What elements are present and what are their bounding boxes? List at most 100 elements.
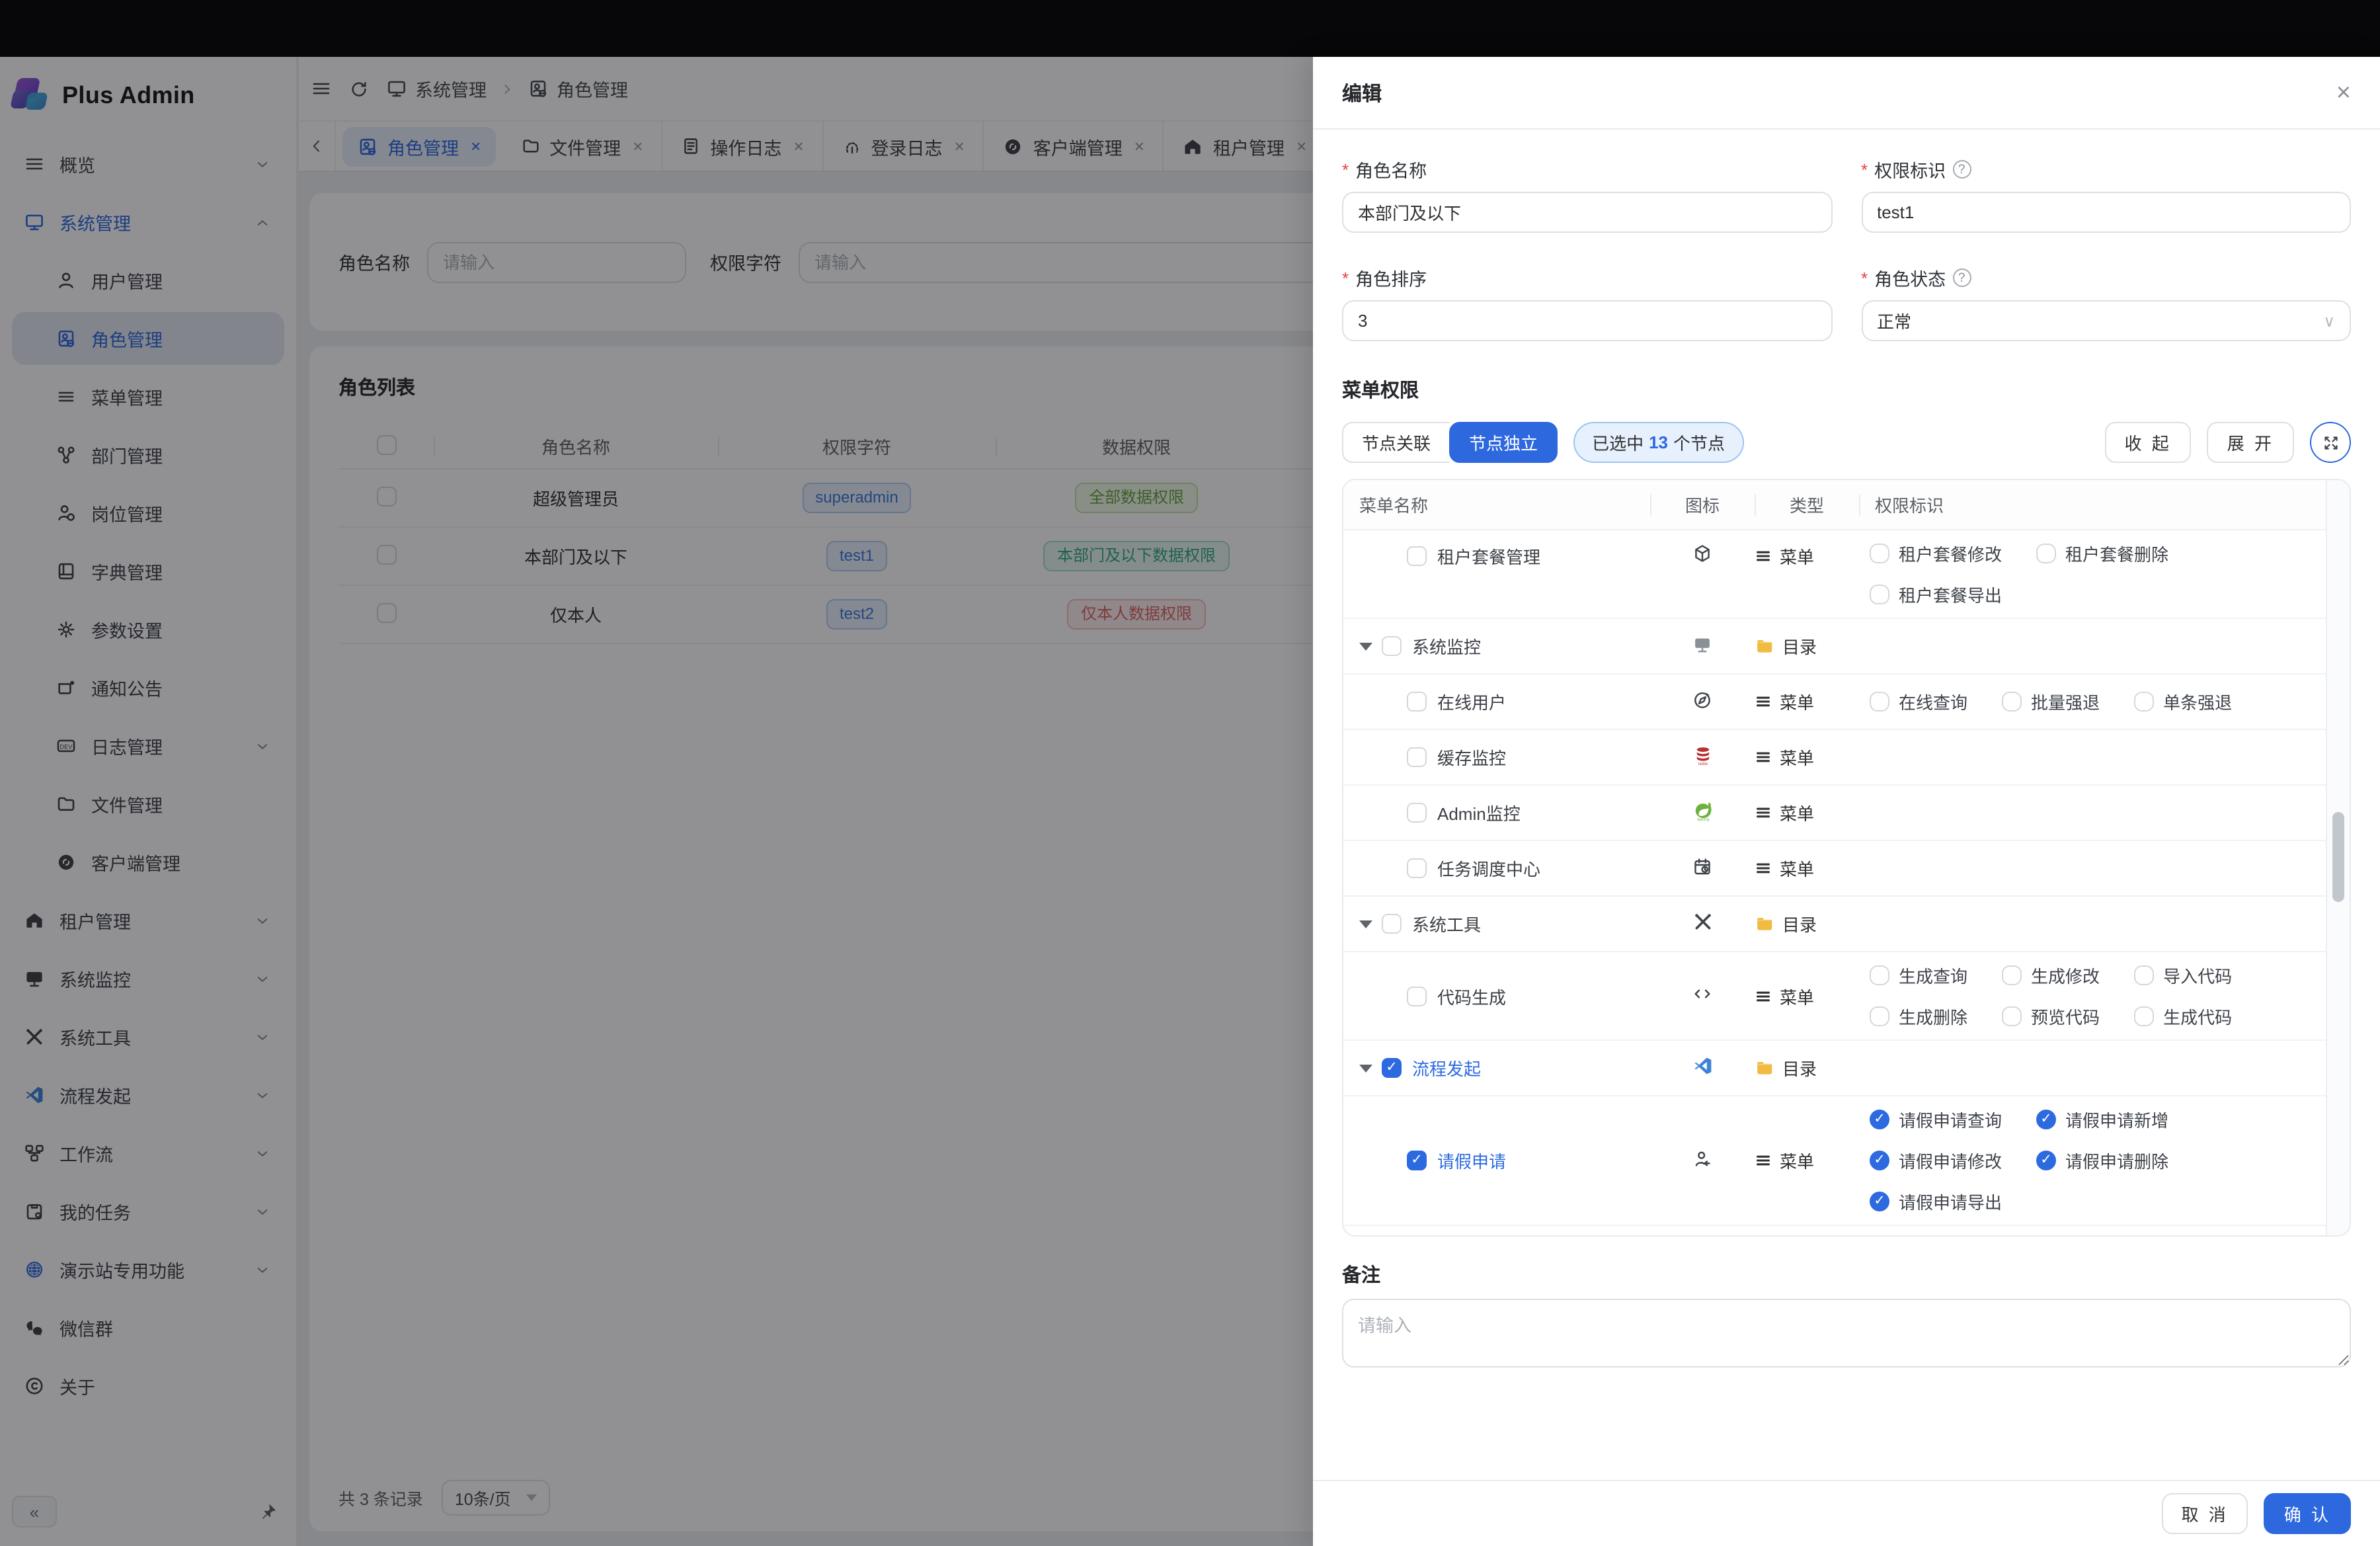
collapse-all-button[interactable]: 收 起 xyxy=(2105,422,2192,463)
tree-checkbox[interactable] xyxy=(1407,858,1427,878)
perm-item-生成删除[interactable]: 生成删除 xyxy=(1870,1004,1967,1029)
tree-row-流程发起[interactable]: ✓ 流程发起 目录 xyxy=(1343,1041,2326,1096)
tree-checkbox[interactable] xyxy=(1407,803,1427,823)
perm-item-租户套餐修改[interactable]: 租户套餐修改 xyxy=(1870,541,2002,566)
perm-checkbox[interactable] xyxy=(2002,692,2022,712)
perm-item-请假申请查询[interactable]: ✓请假申请查询 xyxy=(1870,1107,2002,1132)
menu-permission-title: 菜单权限 xyxy=(1342,376,2351,403)
tree-checkbox[interactable]: ✓ xyxy=(1382,1058,1402,1078)
perm-item-单条强退[interactable]: 单条强退 xyxy=(2134,689,2232,714)
tree-node-label: 系统监控 xyxy=(1412,633,1481,659)
perm-checkbox[interactable] xyxy=(2036,544,2056,563)
perm-item-生成查询[interactable]: 生成查询 xyxy=(1870,963,1967,988)
perm-item-批量强退[interactable]: 批量强退 xyxy=(2002,689,2100,714)
select-角色状态[interactable]: 正常∨ xyxy=(1861,300,2351,341)
type-label: 目录 xyxy=(1782,1055,1817,1080)
perm-item-预览代码[interactable]: 预览代码 xyxy=(2002,1004,2100,1029)
note-textarea[interactable] xyxy=(1342,1299,2351,1367)
perm-label: 单条强退 xyxy=(2163,689,2232,714)
perm-item-请假申请修改[interactable]: ✓请假申请修改 xyxy=(1870,1148,2002,1173)
confirm-button[interactable]: 确 认 xyxy=(2264,1493,2351,1534)
input-角色排序[interactable] xyxy=(1358,311,1816,331)
menu-type-icon xyxy=(1755,860,1772,877)
perm-checkbox[interactable] xyxy=(2134,965,2154,985)
perm-item-租户套餐导出[interactable]: 租户套餐导出 xyxy=(1870,582,2002,607)
tree-row-任务调度中心[interactable]: 任务调度中心菜单 xyxy=(1343,841,2326,897)
tree-node-label: 流程发起 xyxy=(1412,1055,1481,1080)
perm-item-在线查询[interactable]: 在线查询 xyxy=(1870,689,1967,714)
perm-checkbox[interactable] xyxy=(1870,585,1889,604)
perm-item-生成代码[interactable]: 生成代码 xyxy=(2134,1004,2232,1029)
perm-checkbox[interactable] xyxy=(1870,692,1889,712)
menu-type-icon xyxy=(1755,693,1772,710)
perm-checkbox[interactable] xyxy=(1870,965,1889,985)
required-asterisk: * xyxy=(1861,268,1868,288)
required-asterisk: * xyxy=(1342,268,1349,288)
tree-node-label: 租户套餐管理 xyxy=(1437,544,1540,569)
fullscreen-button[interactable] xyxy=(2310,422,2351,463)
input-角色名称[interactable] xyxy=(1358,202,1816,222)
perm-checkbox[interactable]: ✓ xyxy=(1870,1110,1889,1129)
perm-checkbox[interactable]: ✓ xyxy=(2036,1151,2056,1170)
perm-checkbox[interactable] xyxy=(2134,692,2154,712)
perm-item-请假申请导出[interactable]: ✓请假申请导出 xyxy=(1870,1189,2002,1214)
tree-row-Admin监控[interactable]: Admin监控spring菜单 xyxy=(1343,786,2326,841)
tree-checkbox[interactable] xyxy=(1382,636,1402,656)
cancel-button[interactable]: 取 消 xyxy=(2162,1493,2248,1534)
tree-checkbox[interactable] xyxy=(1407,986,1427,1006)
perm-item-生成修改[interactable]: 生成修改 xyxy=(2002,963,2100,988)
perm-checkbox[interactable] xyxy=(2002,965,2022,985)
perm-checkbox[interactable] xyxy=(1870,1006,1889,1026)
folder-icon xyxy=(1755,914,1774,934)
note-label: 备注 xyxy=(1342,1260,2351,1288)
tree-row-请假申请[interactable]: ✓请假申请菜单✓请假申请查询✓请假申请新增✓请假申请修改✓请假申请删除✓请假申请… xyxy=(1343,1096,2326,1226)
form-field-角色名称: *角色名称 xyxy=(1342,156,1832,233)
perm-label: 租户套餐删除 xyxy=(2065,541,2168,566)
perm-checkbox[interactable]: ✓ xyxy=(2036,1110,2056,1129)
monitorgrey-icon xyxy=(1692,634,1712,654)
segment-节点独立[interactable]: 节点独立 xyxy=(1449,422,1558,463)
perm-checkbox[interactable] xyxy=(2002,1006,2022,1026)
perm-item-导入代码[interactable]: 导入代码 xyxy=(2134,963,2232,988)
tree-row-在线用户[interactable]: 在线用户菜单在线查询批量强退单条强退 xyxy=(1343,674,2326,730)
perm-checkbox[interactable]: ✓ xyxy=(1870,1151,1889,1170)
perm-checkbox[interactable]: ✓ xyxy=(1870,1192,1889,1211)
perm-label: 请假申请新增 xyxy=(2065,1107,2168,1132)
tree-scrollbar-thumb[interactable] xyxy=(2332,812,2344,902)
perm-label: 批量强退 xyxy=(2031,689,2100,714)
perm-checkbox[interactable] xyxy=(2134,1006,2154,1026)
segment-节点关联[interactable]: 节点关联 xyxy=(1342,422,1449,463)
tree-row-租户套餐管理[interactable]: 租户套餐管理菜单租户套餐修改租户套餐删除租户套餐导出 xyxy=(1343,530,2326,619)
tree-scrollbar-track[interactable] xyxy=(2326,480,2350,1235)
selected-count: 13 xyxy=(1649,432,1668,452)
type-label: 菜单 xyxy=(1780,856,1814,881)
help-icon[interactable]: ? xyxy=(1952,160,1971,179)
perm-checkbox[interactable] xyxy=(1870,544,1889,563)
tree-checkbox[interactable] xyxy=(1407,692,1427,712)
tree-row-缓存监控[interactable]: 缓存监控redis菜单 xyxy=(1343,730,2326,786)
expander-icon[interactable] xyxy=(1359,920,1372,928)
perm-item-请假申请新增[interactable]: ✓ 请假申请新增 xyxy=(2036,1107,2168,1132)
drawer-title: 编辑 xyxy=(1342,79,1382,106)
tree-checkbox[interactable]: ✓ xyxy=(1407,1151,1427,1170)
package-icon xyxy=(1692,544,1712,563)
tree-row-系统工具[interactable]: 系统工具目录 xyxy=(1343,897,2326,952)
folder-icon xyxy=(1755,1058,1774,1078)
perm-item-租户套餐删除[interactable]: 租户套餐删除 xyxy=(2036,541,2168,566)
expander-icon[interactable] xyxy=(1359,642,1372,650)
tree-checkbox[interactable] xyxy=(1407,546,1427,566)
tools-icon xyxy=(1692,911,1713,932)
tree-checkbox[interactable] xyxy=(1382,914,1402,934)
perm-label: 生成删除 xyxy=(1899,1004,1967,1029)
tree-checkbox[interactable] xyxy=(1407,747,1427,767)
field-label: 角色排序 xyxy=(1355,264,1427,291)
expand-all-button[interactable]: 展 开 xyxy=(2207,422,2294,463)
tree-row-系统监控[interactable]: 系统监控目录 xyxy=(1343,619,2326,674)
input-权限标识[interactable] xyxy=(1877,202,2335,222)
help-icon[interactable]: ? xyxy=(1952,268,1971,287)
perm-item-请假申请删除[interactable]: ✓请假申请删除 xyxy=(2036,1148,2168,1173)
close-icon[interactable]: × xyxy=(2336,80,2351,105)
menu-permission-tree: 菜单名称图标类型权限标识 租户套餐管理菜单租户套餐修改租户套餐删除租户套餐导出系… xyxy=(1342,479,2351,1237)
tree-row-代码生成[interactable]: 代码生成菜单生成查询生成修改导入代码生成删除预览代码生成代码 xyxy=(1343,952,2326,1041)
expander-icon[interactable] xyxy=(1359,1064,1372,1072)
